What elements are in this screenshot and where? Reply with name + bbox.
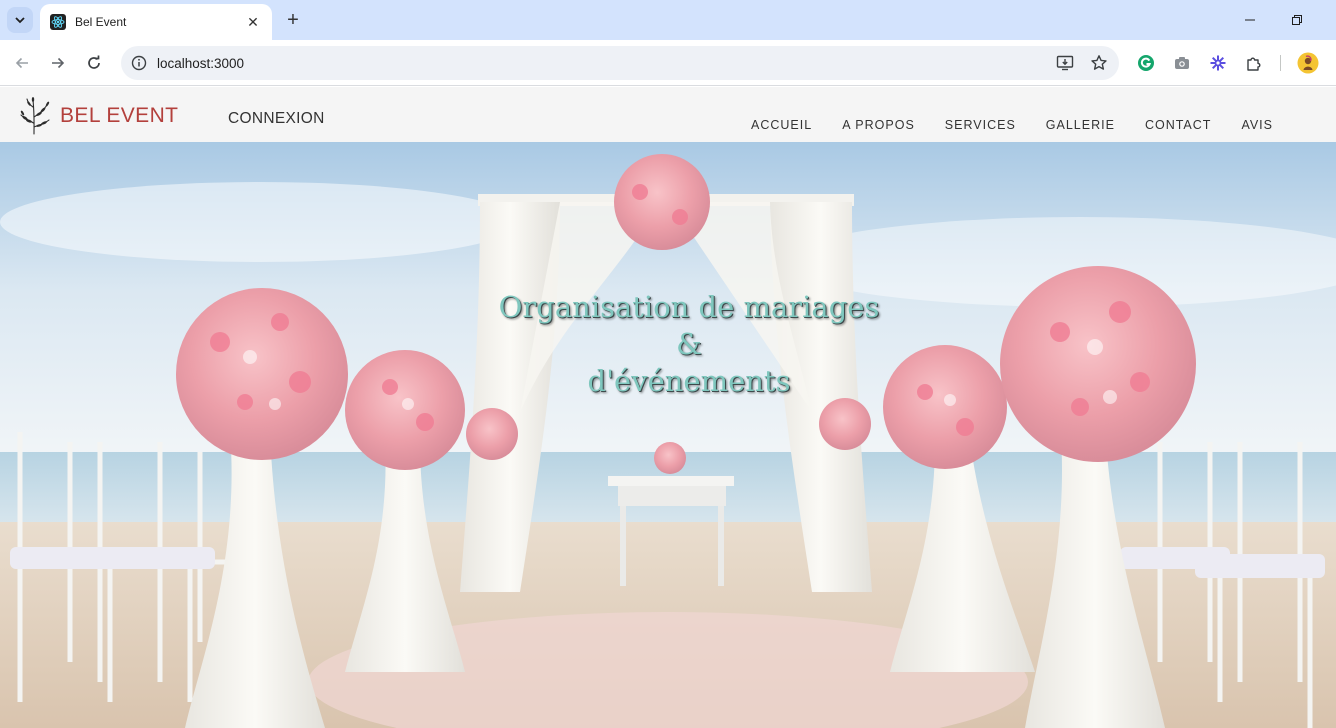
tab-close-icon[interactable]: ✕ [244, 13, 262, 31]
gear-extension-icon[interactable] [1207, 52, 1229, 74]
main-menu: ACCUEIL A PROPOS SERVICES GALLERIE CONTA… [751, 118, 1273, 132]
toolbar-divider [1280, 55, 1281, 71]
react-favicon-icon [50, 14, 66, 30]
browser-toolbar: localhost:3000 [0, 40, 1336, 86]
reload-icon [88, 55, 100, 69]
chevron-down-icon [15, 17, 25, 24]
menu-item-a-propos[interactable]: A PROPOS [842, 118, 915, 132]
hero-title-line-2: & [676, 327, 702, 361]
menu-item-accueil[interactable]: ACCUEIL [751, 118, 812, 132]
site-navbar: BEL EVENT CONNEXION ACCUEIL A PROPOS SER… [0, 87, 1336, 142]
puzzle-extensions-icon[interactable] [1243, 52, 1265, 74]
url-text: localhost:3000 [157, 55, 245, 71]
address-bar[interactable]: localhost:3000 [121, 46, 1119, 80]
forward-button[interactable] [45, 50, 71, 76]
menu-item-contact[interactable]: CONTACT [1145, 118, 1212, 132]
web-page: BEL EVENT CONNEXION ACCUEIL A PROPOS SER… [0, 87, 1336, 728]
menu-item-services[interactable]: SERVICES [945, 118, 1016, 132]
tab-title: Bel Event [75, 15, 127, 29]
bookmark-star-icon[interactable] [1089, 53, 1109, 73]
restore-icon[interactable] [1285, 8, 1309, 32]
grammarly-extension-icon[interactable] [1135, 52, 1157, 74]
site-info-icon[interactable] [130, 54, 148, 72]
camera-extension-icon[interactable] [1171, 52, 1193, 74]
brand-link[interactable]: BEL EVENT [19, 97, 178, 135]
arrow-right-icon [52, 57, 65, 69]
minimize-icon[interactable] [1238, 8, 1262, 32]
reload-button[interactable] [81, 50, 107, 76]
login-link[interactable]: CONNEXION [228, 110, 325, 128]
profile-avatar[interactable] [1297, 52, 1319, 74]
menu-item-gallerie[interactable]: GALLERIE [1046, 118, 1115, 132]
hero-title: Organisation de mariages & d'événements [0, 289, 1336, 400]
tab-strip: Bel Event ✕ + [0, 0, 1336, 40]
flower-logo-icon [20, 97, 50, 135]
hero-title-line-3: d'événements [587, 364, 791, 398]
hero-section: Organisation de mariages & d'événements [0, 142, 1336, 728]
install-app-icon[interactable] [1055, 53, 1075, 73]
hero-title-line-1: Organisation de mariages [498, 290, 880, 324]
new-tab-button[interactable]: + [282, 9, 304, 31]
arrow-left-icon [15, 57, 28, 69]
tab-search-button[interactable] [7, 7, 33, 33]
menu-item-avis[interactable]: AVIS [1241, 118, 1273, 132]
back-button[interactable] [9, 50, 35, 76]
brand-name: BEL EVENT [60, 104, 179, 127]
browser-tab[interactable]: Bel Event ✕ [40, 4, 272, 40]
hero-wedding-beach-image [0, 142, 1336, 728]
